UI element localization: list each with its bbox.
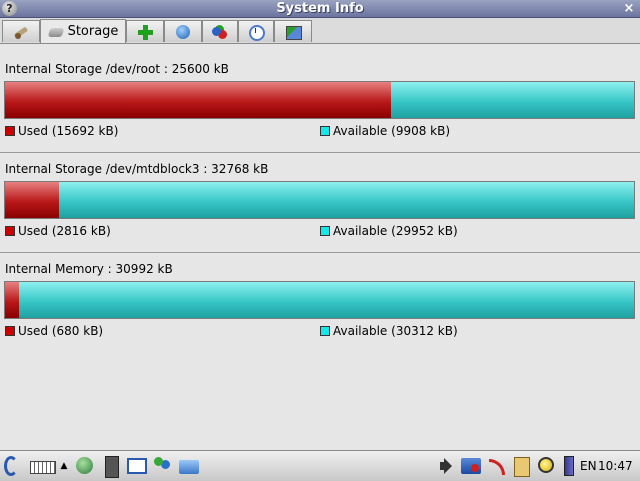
tab-storage[interactable]: Storage	[40, 19, 126, 43]
keyboard-icon[interactable]	[30, 456, 56, 476]
available-label: Available (29952 kB)	[333, 224, 458, 238]
storage-section-memory: Internal Memory : 30992 kB Used (680 kB)…	[0, 252, 640, 353]
tab-apps[interactable]	[202, 20, 238, 42]
title-bar: ? System Info ×	[0, 0, 640, 18]
plus-icon	[137, 24, 153, 40]
volume-icon[interactable]	[438, 456, 460, 476]
network-status-icon[interactable]	[460, 456, 482, 476]
available-swatch	[320, 126, 330, 136]
section-divider	[0, 252, 640, 253]
tab-map[interactable]	[274, 20, 312, 42]
usage-bar-used	[5, 182, 60, 218]
taskbar: ▲ EN 10:47	[0, 450, 640, 481]
used-label: Used (680 kB)	[18, 324, 104, 338]
contacts-icon[interactable]	[152, 456, 174, 476]
available-label: Available (30312 kB)	[333, 324, 458, 338]
map-icon	[285, 24, 302, 40]
wrench-icon	[13, 24, 29, 40]
usage-bar-used	[5, 82, 391, 118]
storage-heading: Internal Storage /dev/mtdblock3 : 32768 …	[5, 162, 269, 176]
tab-bar: Storage	[0, 18, 640, 44]
available-swatch	[320, 326, 330, 336]
disk-icon	[48, 24, 64, 40]
calendar-icon[interactable]	[126, 456, 148, 476]
tab-general[interactable]	[2, 20, 40, 42]
legend-used: Used (2816 kB)	[5, 224, 111, 238]
apps-icon	[212, 24, 228, 40]
usage-bar-used	[5, 282, 19, 318]
usage-bar	[4, 81, 635, 119]
storage-heading: Internal Storage /dev/root : 25600 kB	[5, 62, 229, 76]
used-swatch	[5, 126, 15, 136]
start-menu-icon[interactable]	[2, 456, 24, 476]
tab-storage-label: Storage	[67, 24, 119, 39]
tab-add[interactable]	[126, 20, 164, 42]
clipboard-icon[interactable]	[510, 456, 532, 477]
usage-bar	[4, 181, 635, 219]
used-label: Used (15692 kB)	[18, 124, 119, 138]
section-divider	[0, 152, 640, 153]
used-swatch	[5, 226, 15, 236]
globe-icon[interactable]	[74, 456, 96, 476]
clock-time[interactable]: 10:47	[598, 451, 633, 481]
input-method-arrow-icon[interactable]: ▲	[58, 456, 70, 476]
search-icon[interactable]	[536, 456, 558, 476]
tab-clock[interactable]	[238, 20, 274, 42]
window-title: System Info	[276, 1, 364, 16]
storage-heading: Internal Memory : 30992 kB	[5, 262, 173, 276]
folder-icon[interactable]	[178, 456, 200, 476]
legend-used: Used (680 kB)	[5, 324, 103, 338]
signal-icon[interactable]	[486, 456, 508, 476]
usage-bar	[4, 281, 635, 319]
battery-icon[interactable]	[558, 456, 580, 476]
used-swatch	[5, 326, 15, 336]
clock-icon	[248, 24, 265, 41]
legend-available: Available (29952 kB)	[320, 224, 458, 238]
tab-network[interactable]	[164, 20, 202, 42]
close-icon[interactable]: ×	[622, 0, 636, 17]
legend-used: Used (15692 kB)	[5, 124, 118, 138]
network-icon	[175, 24, 191, 40]
storage-section-mtdblock3: Internal Storage /dev/mtdblock3 : 32768 …	[0, 152, 640, 253]
legend-available: Available (9908 kB)	[320, 124, 450, 138]
available-label: Available (9908 kB)	[333, 124, 451, 138]
storage-panel: Internal Storage /dev/root : 25600 kB Us…	[0, 44, 640, 450]
storage-section-root: Internal Storage /dev/root : 25600 kB Us…	[0, 52, 640, 153]
available-swatch	[320, 226, 330, 236]
used-label: Used (2816 kB)	[18, 224, 111, 238]
phone-icon[interactable]	[100, 456, 122, 478]
legend-available: Available (30312 kB)	[320, 324, 458, 338]
input-language[interactable]: EN	[580, 451, 597, 481]
